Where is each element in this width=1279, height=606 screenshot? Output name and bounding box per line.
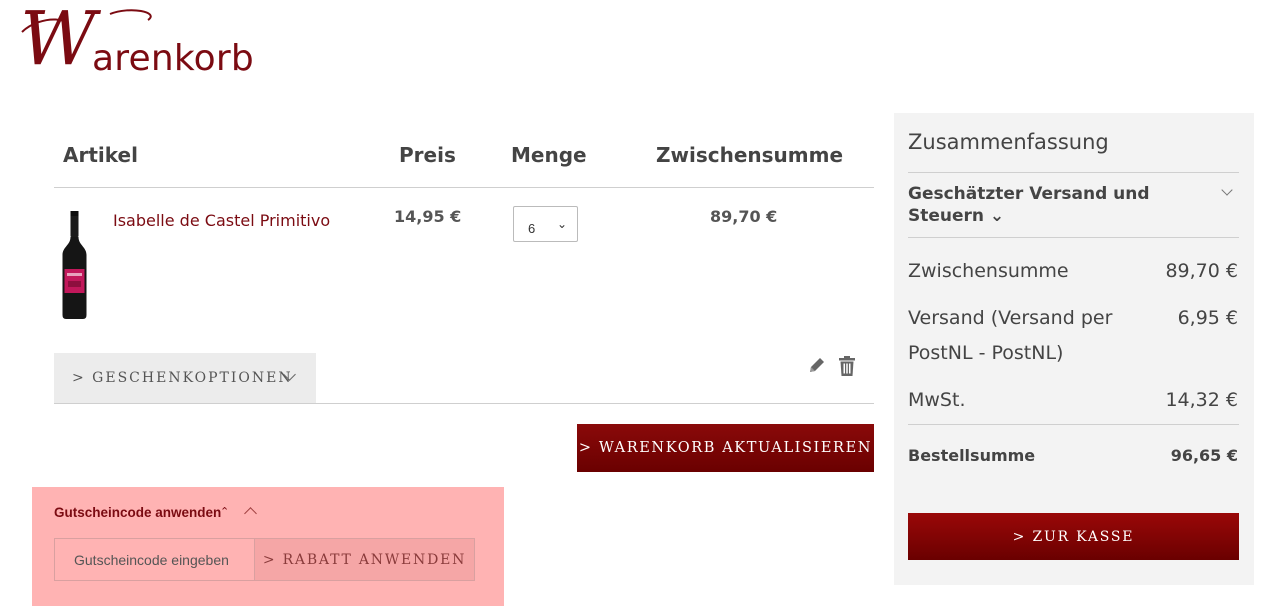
column-header-price: Preis bbox=[399, 143, 456, 167]
coupon-section: Gutscheincode anwenden ⌃ Gutscheincode e… bbox=[32, 487, 504, 606]
row-subtotal: 89,70 € bbox=[710, 207, 778, 226]
gift-options-button[interactable]: > GESCHENKOPTIONEN bbox=[54, 353, 316, 403]
summary-subtotal-value: 89,70 € bbox=[1165, 260, 1238, 282]
page-title-initial: W bbox=[20, 0, 97, 82]
gift-options-label: > GESCHENKOPTIONEN bbox=[72, 370, 293, 386]
summary-divider bbox=[908, 172, 1239, 173]
summary-shipping-label: Versand (Versand per PostNL - PostNL) bbox=[908, 307, 1113, 364]
column-header-qty: Menge bbox=[511, 143, 587, 167]
quantity-select[interactable]: 6 ⌄ bbox=[513, 206, 578, 242]
page-title: W arenkorb bbox=[20, 2, 320, 88]
product-image[interactable] bbox=[61, 211, 88, 319]
summary-tax-label: MwSt. bbox=[908, 389, 966, 411]
column-header-item: Artikel bbox=[63, 143, 138, 167]
summary-title: Zusammenfassung bbox=[908, 130, 1109, 154]
summary-divider bbox=[908, 424, 1239, 425]
summary-shipping-value: 6,95 € bbox=[1177, 307, 1238, 329]
checkout-button[interactable]: > ZUR KASSE bbox=[908, 513, 1239, 560]
coupon-code-input[interactable]: Gutscheincode eingeben bbox=[54, 538, 255, 581]
apply-discount-button[interactable]: > RABATT ANWENDEN bbox=[254, 538, 475, 581]
row-divider bbox=[54, 403, 874, 404]
pencil-icon[interactable] bbox=[808, 356, 826, 374]
order-total-label: Bestellsumme bbox=[908, 446, 1036, 465]
table-header-divider bbox=[54, 187, 874, 188]
product-price: 14,95 € bbox=[394, 207, 462, 226]
coupon-code-placeholder: Gutscheincode eingeben bbox=[74, 551, 229, 568]
summary-tax-value: 14,32 € bbox=[1165, 389, 1238, 411]
update-cart-button[interactable]: > WARENKORB AKTUALISIEREN bbox=[577, 424, 874, 472]
page-title-text: arenkorb bbox=[92, 38, 254, 79]
order-total-value: 96,65 € bbox=[1170, 446, 1238, 465]
chevron-down-icon: ⌄ bbox=[556, 217, 567, 231]
chevron-down-icon[interactable] bbox=[1221, 184, 1233, 196]
summary-subtotal-label: Zwischensumme bbox=[908, 260, 1069, 282]
product-name-link[interactable]: Isabelle de Castel Primitivo bbox=[113, 211, 330, 230]
chevron-up-icon[interactable] bbox=[244, 507, 257, 520]
summary-divider bbox=[908, 237, 1239, 238]
quantity-value: 6 bbox=[528, 221, 536, 236]
coupon-toggle[interactable]: Gutscheincode anwenden bbox=[54, 505, 221, 520]
column-header-subtotal: Zwischensumme bbox=[656, 143, 844, 167]
order-summary: Zusammenfassung Geschätzter Versand und … bbox=[894, 113, 1254, 585]
shipping-estimate-toggle[interactable]: Geschätzter Versand und Steuern ⌄ bbox=[908, 183, 1158, 227]
caret-up-icon: ⌃ bbox=[220, 506, 230, 518]
trash-icon[interactable] bbox=[838, 356, 856, 376]
